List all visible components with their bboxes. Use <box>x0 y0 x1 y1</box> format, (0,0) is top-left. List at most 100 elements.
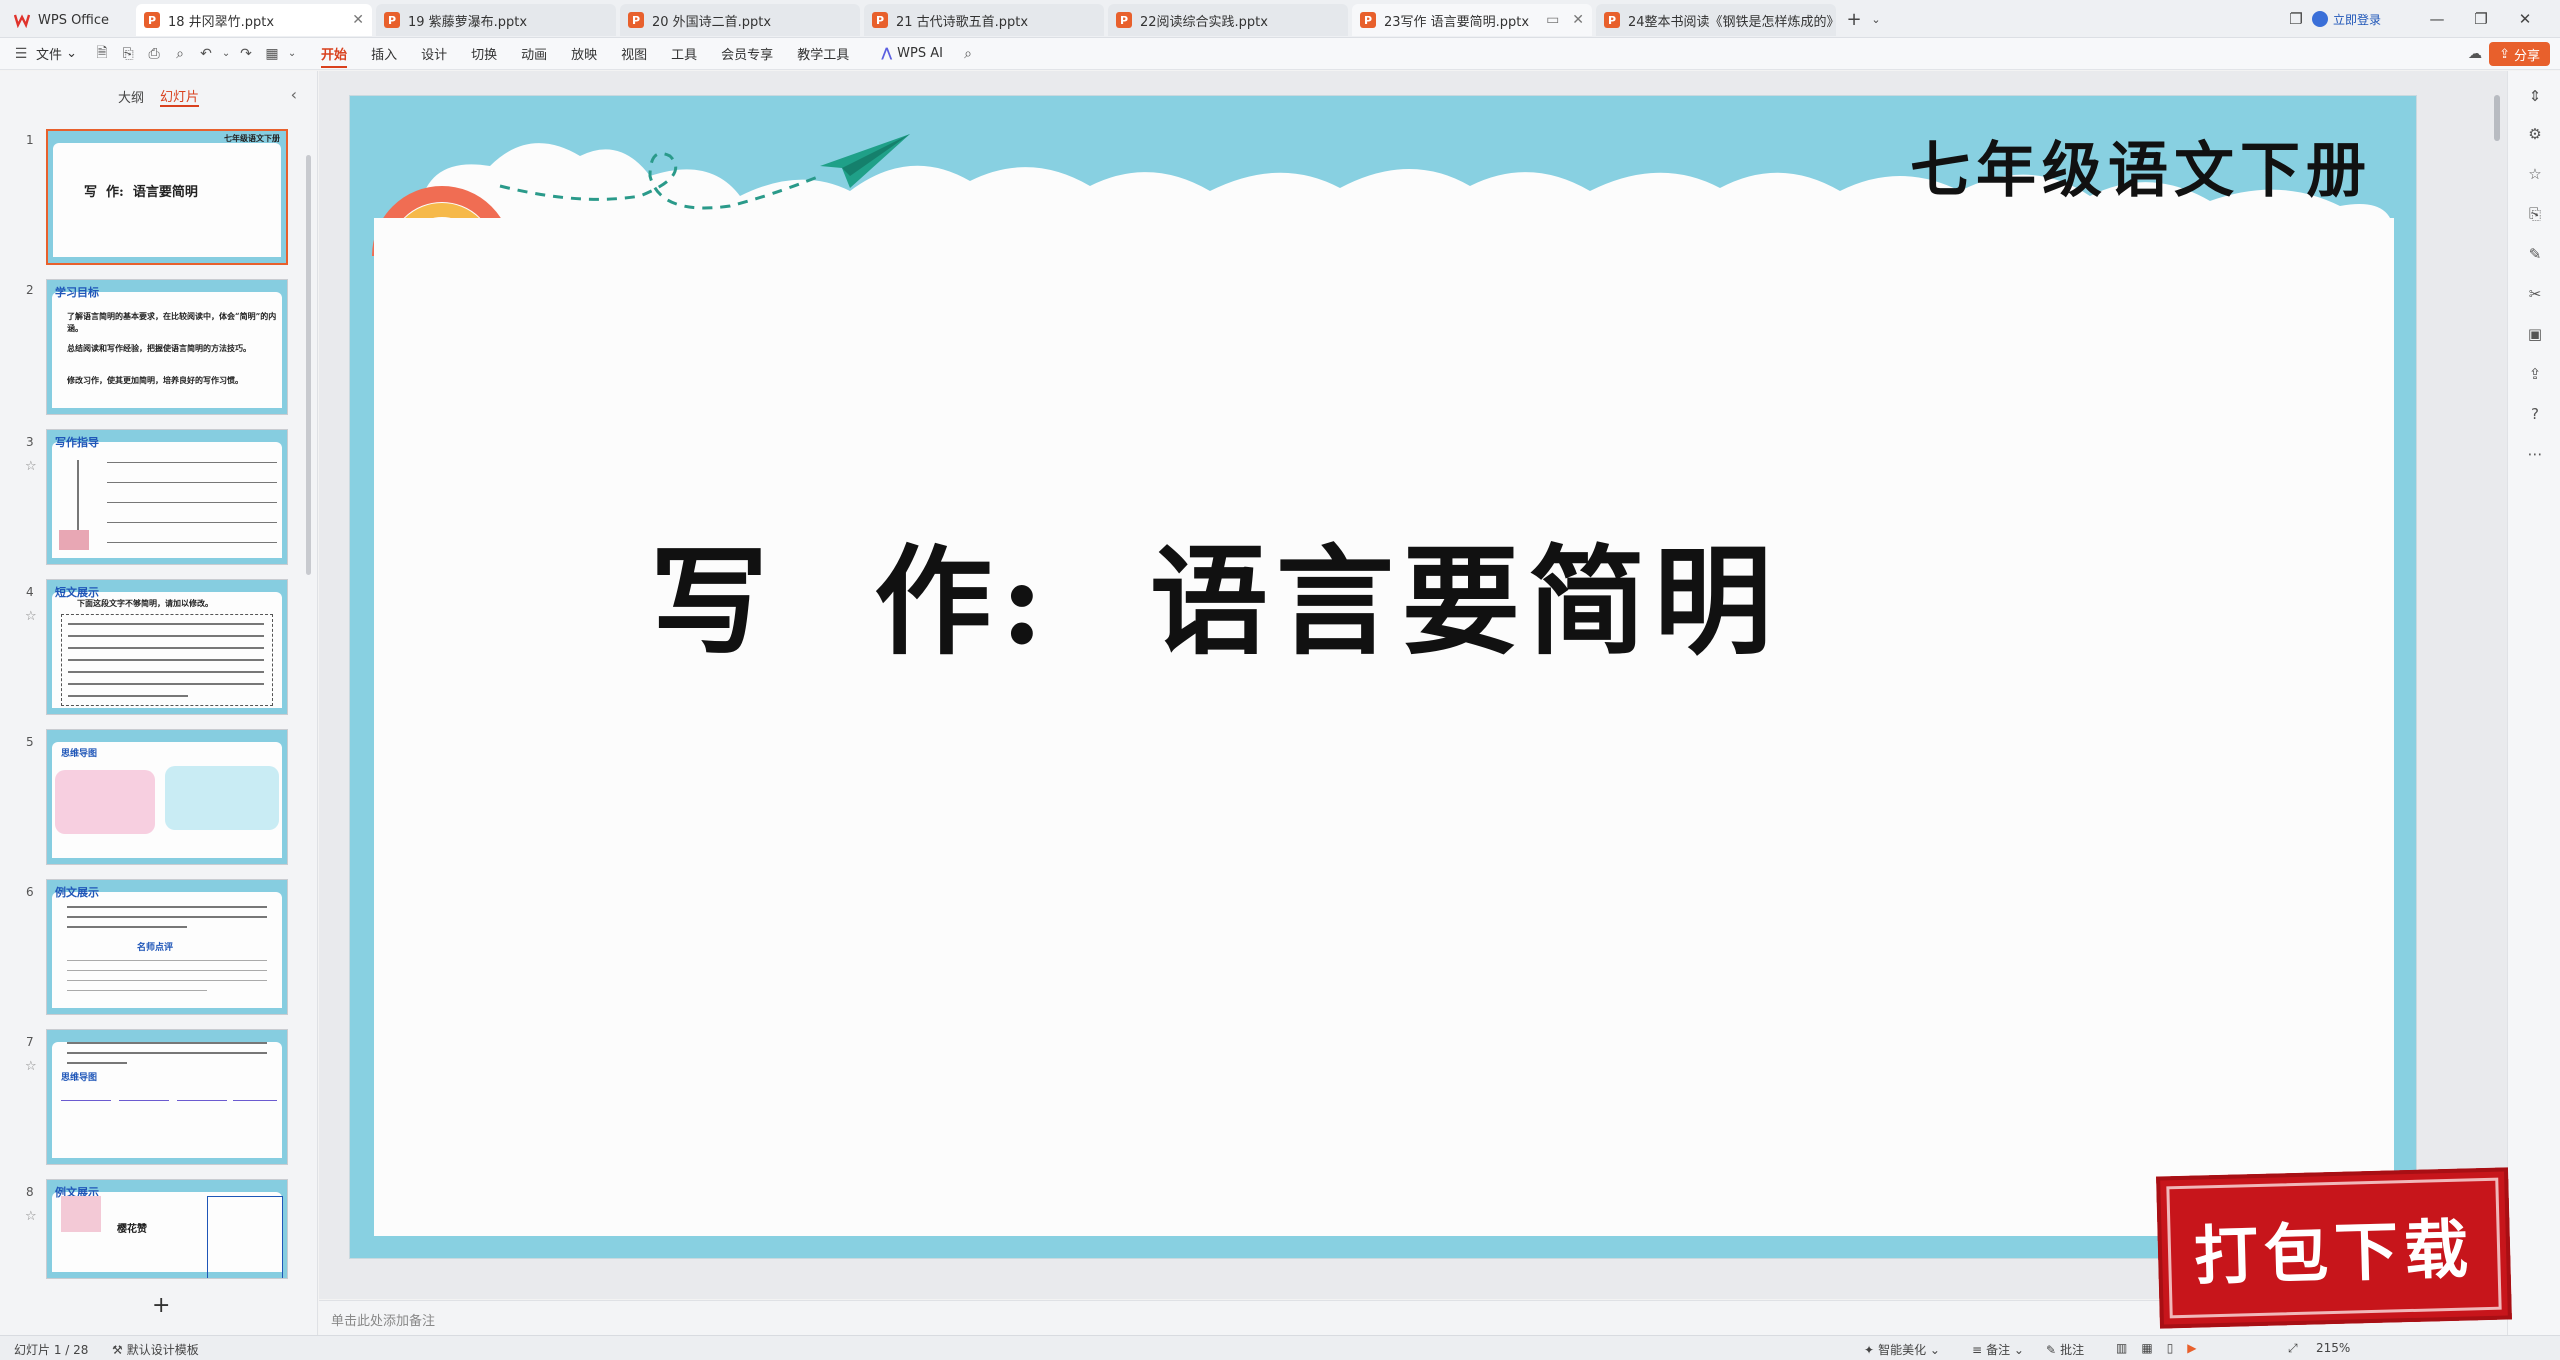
doc-tab[interactable]: P 20 外国诗二首.pptx <box>620 4 860 36</box>
slide-main-title[interactable]: 写 作: 语言要简明 <box>650 506 1780 677</box>
thumb-line <box>119 1100 169 1101</box>
more-dropdown-icon[interactable]: ⌄ <box>285 38 299 70</box>
wps-home-tab[interactable]: WPS Office <box>6 4 134 36</box>
help-icon[interactable]: ? <box>2524 403 2546 425</box>
play-icon[interactable]: ▶ <box>2187 1341 2196 1355</box>
login-button[interactable]: 立即登录 <box>2312 11 2381 28</box>
redo-icon[interactable]: ↷ <box>233 38 259 70</box>
notes-button[interactable]: ≡ 备注 ⌄ <box>1972 1341 2024 1358</box>
slide-thumbnail[interactable]: 写作指导 <box>46 429 288 565</box>
tab-teaching-tools[interactable]: 教学工具 <box>785 38 861 70</box>
slide-thumbnail[interactable]: 七年级语文下册 写 作: 语言要简明 <box>46 129 288 265</box>
open-icon[interactable]: ⎘ <box>115 38 141 70</box>
ppt-file-icon: P <box>1116 12 1132 28</box>
view-buttons: ▥ ▦ ▯ ▶ <box>2116 1341 2201 1355</box>
slide-thumbnail[interactable]: 例文展示 名师点评 <box>46 879 288 1015</box>
tab-insert[interactable]: 插入 <box>359 38 409 70</box>
undo-icon[interactable]: ↶ <box>193 38 219 70</box>
tab-view[interactable]: 视图 <box>609 38 659 70</box>
smart-beautify-button[interactable]: ✦ 智能美化 ⌄ <box>1864 1341 1940 1358</box>
reading-view-icon[interactable]: ▯ <box>2167 1341 2174 1355</box>
tab-home[interactable]: 开始 <box>309 38 359 70</box>
star-icon[interactable]: ☆ <box>25 609 37 624</box>
book-icon[interactable]: ▣ <box>2524 323 2546 345</box>
save-icon[interactable]: 🗎 <box>89 38 115 70</box>
print-preview-icon[interactable]: ⌕ <box>167 38 193 70</box>
edit-icon[interactable]: ✎ <box>2524 243 2546 265</box>
slide-canvas[interactable]: 七年级语文下册 写 作: 语言要简明 <box>349 95 2417 1259</box>
doc-tab[interactable]: P 22阅读综合实践.pptx <box>1108 4 1348 36</box>
doc-tab[interactable]: P 23写作 语言要简明.pptx ▭ ✕ <box>1352 4 1592 36</box>
cloud-sync-icon[interactable]: ☁ <box>2462 38 2488 70</box>
close-icon[interactable]: ✕ <box>342 12 364 28</box>
notes-placeholder[interactable]: 单击此处添加备注 <box>331 1310 435 1329</box>
thumb-pink-block <box>59 530 89 550</box>
hamburger-menu-icon[interactable]: ☰ <box>8 38 34 70</box>
tab-member[interactable]: 会员专享 <box>709 38 785 70</box>
comments-button[interactable]: ✎ 批注 <box>2046 1341 2084 1358</box>
zoom-level[interactable]: 215% <box>2316 1341 2350 1355</box>
slide-thumbnail[interactable]: 短文展示 下面这段文字不够简明，请加以修改。 <box>46 579 288 715</box>
thumb-line <box>177 1100 227 1101</box>
wps-ai-button[interactable]: ⋀ WPS AI <box>869 38 955 70</box>
slide-counter: 幻灯片 1 / 28 <box>14 1343 89 1357</box>
copy-icon[interactable]: ⎘ <box>2524 203 2546 225</box>
more-icon[interactable]: ⋯ <box>2524 443 2546 465</box>
minimize-icon[interactable]: — <box>2415 0 2459 38</box>
settings-sliders-icon[interactable]: ⚙ <box>2524 123 2546 145</box>
menu-bar: ☰ 文件 ⌄ 🗎 ⎘ ⎙ ⌕ ↶ ⌄ ↷ ▦ ⌄ 开始 插入 设计 切换 动画 … <box>0 38 2560 70</box>
share-icon[interactable]: ⇪ <box>2524 363 2546 385</box>
chevron-down-icon[interactable]: ⌄ <box>1866 0 1886 38</box>
doc-tab[interactable]: P 24整本书阅读《钢铁是怎样炼成的》 <box>1596 4 1836 36</box>
window-close-icon[interactable]: ✕ <box>2503 0 2547 38</box>
editor-scrollbar[interactable] <box>2494 95 2500 141</box>
fit-window-icon[interactable]: ⤢ <box>2288 1341 2298 1356</box>
slide-thumbnail[interactable]: 例文展示 樱花赞 <box>46 1179 288 1279</box>
doc-tab[interactable]: P 19 紫藤萝瀑布.pptx <box>376 4 616 36</box>
doc-tab-label: 18 井冈翠竹.pptx <box>168 14 275 30</box>
print-icon[interactable]: ⎙ <box>141 38 167 70</box>
slide-thumbnail[interactable]: 学习目标 了解语言简明的基本要求，在比较阅读中，体会“简明”的内涵。 总结阅读和… <box>46 279 288 415</box>
star-icon[interactable]: ☆ <box>25 1059 37 1074</box>
collapse-panel-icon[interactable]: ‹ <box>291 85 297 104</box>
tab-transition[interactable]: 切换 <box>459 38 509 70</box>
tab-animation[interactable]: 动画 <box>509 38 559 70</box>
sorter-view-icon[interactable]: ▦ <box>2141 1341 2152 1355</box>
tab-slideshow[interactable]: 放映 <box>559 38 609 70</box>
add-slide-icon[interactable]: + <box>152 1293 170 1318</box>
download-badge[interactable]: 打包下载 <box>2156 1167 2512 1329</box>
normal-view-icon[interactable]: ▥ <box>2116 1341 2127 1355</box>
restore-icon[interactable]: ❐ <box>2459 0 2503 38</box>
doc-tab[interactable]: P 18 井冈翠竹.pptx ✕ <box>136 4 372 36</box>
file-menu[interactable]: 文件 ⌄ <box>34 38 89 70</box>
tab-outline[interactable]: 大纲 <box>118 87 144 106</box>
new-tab-icon[interactable]: + <box>1842 0 1866 38</box>
share-icon: ⇪ <box>2499 46 2510 62</box>
format-painter-icon[interactable]: ▦ <box>259 38 285 70</box>
design-template[interactable]: ⚒ 默认设计模板 <box>112 1341 199 1358</box>
search-icon[interactable]: ⌕ <box>955 38 981 70</box>
slide-thumbnail[interactable]: 思维导图 <box>46 1029 288 1165</box>
layout-icon[interactable]: ❐ <box>2280 0 2312 38</box>
slide-thumbnail[interactable]: 思维导图 <box>46 729 288 865</box>
thumb-title: 学习目标 <box>55 286 99 299</box>
panel-scrollbar[interactable] <box>306 155 311 575</box>
star-icon[interactable]: ☆ <box>25 459 37 474</box>
tools-icon[interactable]: ✂ <box>2524 283 2546 305</box>
tab-slides[interactable]: 幻灯片 <box>160 86 200 107</box>
tab-tools[interactable]: 工具 <box>659 38 709 70</box>
star-icon[interactable]: ☆ <box>25 1209 37 1224</box>
expand-icon[interactable]: ⇕ <box>2524 85 2546 107</box>
undo-dropdown-icon[interactable]: ⌄ <box>219 38 233 70</box>
thumb-text-box <box>61 614 273 706</box>
close-icon[interactable]: ✕ <box>1562 12 1584 28</box>
monitor-icon[interactable]: ▭ <box>1532 12 1559 28</box>
beautify-icon: ✦ <box>1864 1342 1875 1357</box>
doc-tab[interactable]: P 21 古代诗歌五首.pptx <box>864 4 1104 36</box>
slide-header-title[interactable]: 七年级语文下册 <box>1910 122 2372 209</box>
star-icon[interactable]: ☆ <box>2524 163 2546 185</box>
share-button[interactable]: ⇪ 分享 <box>2489 42 2550 66</box>
tab-design[interactable]: 设计 <box>409 38 459 70</box>
thumb-diagram-line <box>107 502 277 503</box>
doc-tab-label: 23写作 语言要简明.pptx <box>1384 14 1530 30</box>
